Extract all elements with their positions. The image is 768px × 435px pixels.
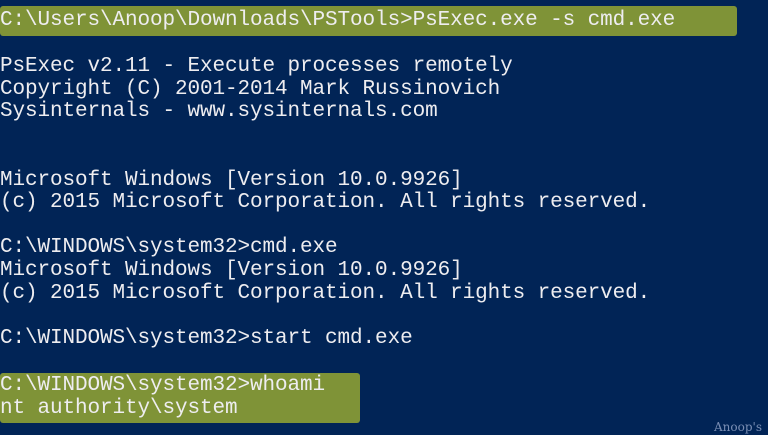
console-line-windows-version-2: Microsoft Windows [Version 10.0.9926]	[0, 259, 463, 282]
console-line-copyright: Copyright (C) 2001-2014 Mark Russinovich	[0, 78, 501, 101]
console-line-sysinternals: Sysinternals - www.sysinternals.com	[0, 100, 438, 123]
console-window[interactable]: C:\Users\Anoop\Downloads\PSTools>PsExec.…	[0, 0, 768, 435]
watermark-text: Anoop's	[714, 420, 762, 434]
console-line-ms-copyright: (c) 2015 Microsoft Corporation. All righ…	[0, 191, 651, 214]
console-line-psexec-version: PsExec v2.11 - Execute processes remotel…	[0, 55, 513, 78]
console-line-cmd-prompt: C:\WINDOWS\system32>cmd.exe	[0, 236, 338, 259]
console-line-psexec-command: C:\Users\Anoop\Downloads\PSTools>PsExec.…	[0, 9, 676, 32]
console-line-whoami-result: nt authority\system	[0, 397, 238, 420]
console-line-start-cmd: C:\WINDOWS\system32>start cmd.exe	[0, 327, 413, 350]
console-line-windows-version: Microsoft Windows [Version 10.0.9926]	[0, 169, 463, 192]
console-line-ms-copyright-2: (c) 2015 Microsoft Corporation. All righ…	[0, 282, 651, 305]
console-line-whoami-prompt: C:\WINDOWS\system32>whoami	[0, 374, 326, 397]
